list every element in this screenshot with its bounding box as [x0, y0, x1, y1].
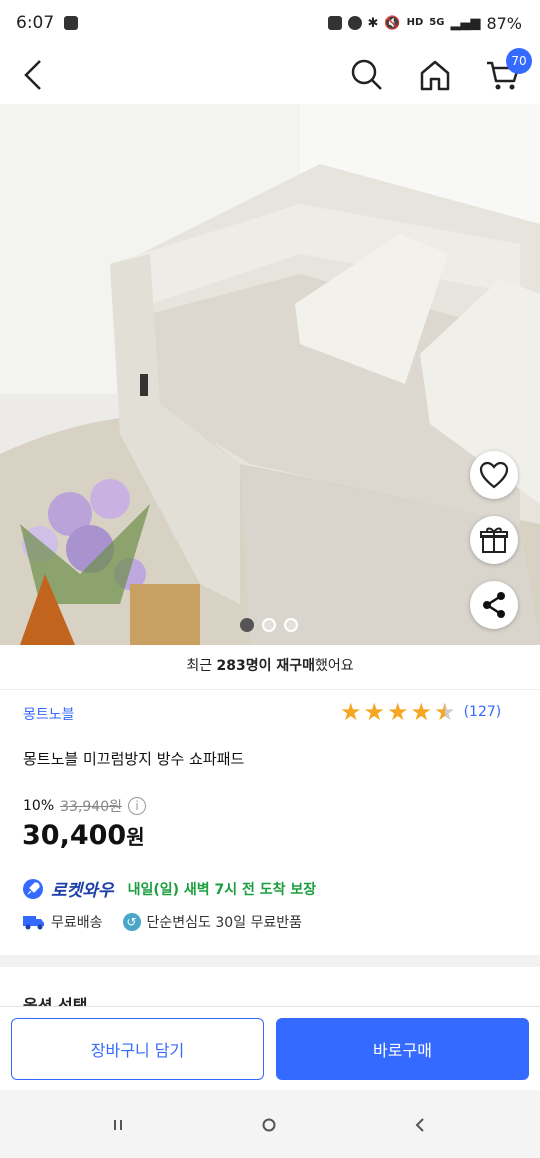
gallery-pagination [240, 618, 298, 632]
brand-link[interactable]: 몽트노블 [23, 704, 75, 724]
heart-icon [479, 461, 509, 489]
sale-price-value: 30,400 [22, 820, 127, 851]
cart-count-badge: 70 [506, 48, 532, 74]
share-button[interactable] [470, 581, 518, 629]
gift-button[interactable] [470, 516, 518, 564]
repurchase-notice: 최근 283명이 재구매했어요 [0, 655, 540, 675]
recent-apps-button[interactable] [98, 1108, 138, 1142]
product-photo [0, 104, 540, 645]
search-icon [351, 59, 382, 90]
product-title: 몽트노블 미끄럼방지 방수 쇼파패드 [23, 750, 245, 768]
battery-saver-icon [327, 16, 342, 30]
star-icon: ★ [363, 698, 386, 726]
star-icon: ★ [387, 698, 409, 726]
half-star-icon: ★ [434, 698, 456, 726]
sale-price: 30,400원 [22, 820, 145, 851]
cart-button[interactable]: 70 [480, 48, 532, 98]
rocket-icon [23, 878, 43, 899]
repurchase-prefix: 최근 [186, 658, 217, 674]
review-count[interactable]: (127) [464, 704, 502, 720]
gallery-notification-icon [64, 16, 79, 30]
gallery-dot[interactable] [240, 618, 254, 632]
return-icon: ↺ [122, 913, 141, 931]
mute-icon: 🔇 [384, 15, 401, 31]
share-icon [483, 592, 505, 618]
rocket-wow-label: 로켓와우 [51, 881, 114, 901]
return-policy-label: 단순변심도 30일 무료반품 [146, 915, 303, 931]
wishlist-button[interactable] [470, 451, 518, 499]
bluetooth-icon: ✱ [367, 15, 379, 31]
buy-now-button[interactable]: 바로구매 [276, 1018, 529, 1080]
recent-apps-icon [114, 1120, 122, 1130]
status-time: 6:07 [16, 13, 55, 33]
gift-icon [480, 527, 508, 553]
battery-percent: 87% [486, 13, 522, 33]
option-select-title[interactable]: 옵션 선택 [23, 992, 87, 1006]
discount-row: 10% 33,940원 i [23, 796, 146, 816]
repurchase-suffix: 했어요 [315, 658, 354, 674]
system-back-button[interactable] [400, 1108, 440, 1142]
status-bar: 6:07 ✱ 🔇 HD 5G ▂▄▆ 87% [0, 0, 540, 46]
truck-icon [23, 916, 44, 930]
back-button[interactable] [10, 52, 56, 98]
home-system-button[interactable] [249, 1108, 289, 1142]
delivery-eta: 내일(일) 새벽 7시 전 도착 보장 [127, 881, 317, 898]
purchase-action-bar: 장바구니 담기 바로구매 [0, 1006, 540, 1090]
star-icon: ★ [410, 698, 433, 726]
signal-icon: ▂▄▆ [450, 15, 481, 31]
original-price: 33,940원 [60, 799, 122, 815]
hd-voice-label: HD [406, 17, 424, 28]
section-divider [0, 955, 540, 967]
divider [0, 689, 540, 690]
network-5g-label: 5G [429, 17, 445, 28]
price-unit: 원 [126, 825, 145, 849]
back-chevron-icon [415, 1118, 424, 1132]
add-to-cart-button[interactable]: 장바구니 담기 [11, 1018, 264, 1080]
chevron-left-icon [24, 60, 41, 90]
star-icon: ★ [340, 698, 362, 726]
repurchase-count: 283명이 재구매 [216, 658, 316, 674]
free-shipping-label: 무료배송 [51, 915, 103, 931]
home-circle-icon [262, 1118, 276, 1132]
info-icon[interactable]: i [128, 797, 146, 815]
system-nav-bar [0, 1090, 540, 1158]
alarm-icon [347, 16, 362, 30]
discount-rate: 10% [23, 798, 55, 814]
gallery-dot[interactable] [262, 618, 276, 632]
shipping-row: 무료배송 ↺ 단순변심도 30일 무료반품 [23, 912, 302, 932]
product-image-gallery[interactable] [0, 104, 540, 645]
top-app-bar: 70 [0, 46, 540, 104]
home-icon [420, 60, 450, 91]
gallery-dot[interactable] [284, 618, 298, 632]
rocket-delivery-row: 로켓와우 내일(일) 새벽 7시 전 도착 보장 [23, 876, 316, 901]
rating[interactable]: ★ ★ ★ ★ ★ (127) [340, 700, 501, 724]
home-button[interactable] [412, 52, 458, 98]
search-button[interactable] [344, 52, 390, 98]
